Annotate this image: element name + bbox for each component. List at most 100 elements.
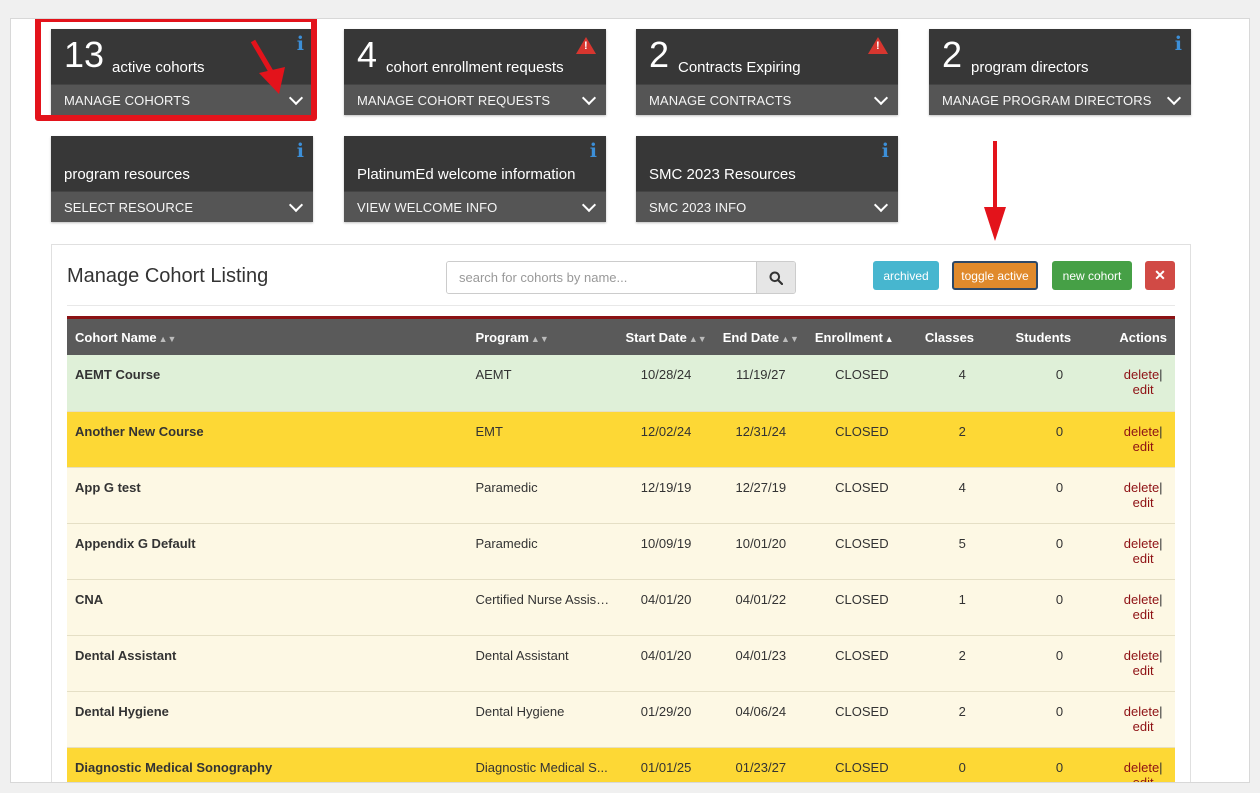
- cell-classes: 5: [916, 523, 1008, 580]
- column-header-program[interactable]: Program ▲▼: [467, 318, 617, 356]
- cell-classes: 0: [916, 747, 1008, 782]
- card-label: cohort enrollment requests: [386, 59, 564, 76]
- cell-start-date: 12/19/19: [617, 467, 715, 524]
- smc-2023-info-dropdown[interactable]: SMC 2023 INFO: [636, 191, 898, 222]
- delete-link[interactable]: delete: [1124, 760, 1159, 775]
- cell-classes: 4: [916, 355, 1008, 412]
- card-count: 2: [649, 34, 670, 75]
- card-action-label: MANAGE CONTRACTS: [649, 92, 792, 108]
- cell-program: Dental Hygiene: [467, 691, 618, 748]
- column-header-cohort-name[interactable]: Cohort Name ▲▼: [67, 318, 467, 356]
- cell-students: 0: [1007, 691, 1112, 748]
- sort-icon: ▲▼: [530, 333, 549, 344]
- card-smc-2023-resources: SMC 2023 Resources i SMC 2023 INFO: [636, 136, 898, 222]
- search-button[interactable]: [756, 262, 795, 293]
- edit-link[interactable]: edit: [1133, 775, 1154, 783]
- cohort-listing-panel: Manage Cohort Listing archived toggle ac…: [51, 244, 1191, 783]
- card-count: 2: [942, 34, 963, 75]
- edit-link[interactable]: edit: [1133, 495, 1154, 510]
- info-icon[interactable]: i: [297, 142, 304, 161]
- cell-enrollment: CLOSED: [806, 355, 917, 412]
- chevron-down-icon: [873, 197, 889, 212]
- annotation-arrow-down-icon: [984, 141, 1006, 241]
- column-header-end-date[interactable]: End Date ▲▼: [715, 318, 807, 356]
- header-label: Actions: [1119, 329, 1167, 345]
- sort-icon: ▲▼: [158, 333, 177, 344]
- cell-actions: delete| edit: [1111, 467, 1175, 524]
- cell-students: 0: [1007, 411, 1112, 468]
- card-count: 4: [357, 34, 378, 75]
- cell-program: Paramedic: [467, 467, 618, 524]
- column-header-start-date[interactable]: Start Date ▲▼: [617, 318, 714, 356]
- cell-end-date: 12/27/19: [714, 467, 807, 524]
- view-welcome-info-dropdown[interactable]: VIEW WELCOME INFO: [344, 191, 606, 222]
- cell-classes: 4: [916, 467, 1008, 524]
- edit-link[interactable]: edit: [1133, 719, 1154, 734]
- cell-actions: delete| edit: [1111, 523, 1175, 580]
- search-input[interactable]: [447, 262, 756, 293]
- delete-link[interactable]: delete: [1124, 592, 1159, 607]
- new-cohort-button[interactable]: new cohort: [1052, 261, 1132, 290]
- edit-link[interactable]: edit: [1133, 439, 1154, 454]
- edit-link[interactable]: edit: [1133, 663, 1154, 678]
- card-program-resources: program resources i SELECT RESOURCE: [51, 136, 313, 222]
- card-contracts-expiring: 2 Contracts Expiring ! MANAGE CONTRACTS: [636, 29, 898, 115]
- cell-classes: 1: [916, 579, 1008, 636]
- archived-button[interactable]: archived: [873, 261, 939, 290]
- program-text: Dental Assistant: [475, 647, 569, 663]
- warning-icon[interactable]: !: [868, 37, 888, 54]
- cell-classes: 2: [916, 635, 1008, 692]
- close-button[interactable]: ✕: [1145, 261, 1175, 290]
- cell-students: 0: [1007, 355, 1112, 412]
- table-row: Dental Assistant Dental Assistant 04/01/…: [67, 635, 1175, 692]
- cell-program: Paramedic: [467, 523, 618, 580]
- edit-link[interactable]: edit: [1133, 607, 1154, 622]
- delete-link[interactable]: delete: [1124, 367, 1159, 382]
- program-text: Dental Hygiene: [475, 703, 565, 719]
- info-icon[interactable]: i: [882, 142, 889, 161]
- cell-students: 0: [1007, 467, 1112, 524]
- cell-end-date: 10/01/20: [714, 523, 807, 580]
- cell-start-date: 01/01/25: [617, 747, 715, 782]
- cell-enrollment: CLOSED: [806, 579, 917, 636]
- header-label: Students: [1015, 329, 1072, 345]
- cohort-table: Cohort Name ▲▼ Program ▲▼ Start Date ▲▼ End…: [67, 316, 1175, 783]
- toggle-active-button[interactable]: toggle active: [952, 261, 1038, 290]
- table-row: AEMT Course AEMT 10/28/24 11/19/27 CLOSE…: [67, 355, 1175, 412]
- search-icon: [769, 271, 783, 285]
- delete-link[interactable]: delete: [1124, 704, 1159, 719]
- cell-start-date: 04/01/20: [617, 579, 715, 636]
- chevron-down-icon: [288, 197, 304, 212]
- delete-link[interactable]: delete: [1124, 424, 1159, 439]
- cell-start-date: 10/09/19: [617, 523, 715, 580]
- table-row: Dental Hygiene Dental Hygiene 01/29/20 0…: [67, 691, 1175, 748]
- cell-program: EMT: [467, 411, 618, 468]
- select-resource-dropdown[interactable]: SELECT RESOURCE: [51, 191, 313, 222]
- warning-icon[interactable]: !: [576, 37, 596, 54]
- info-icon[interactable]: i: [1175, 35, 1182, 54]
- search-box: [446, 261, 796, 294]
- program-text: Paramedic: [475, 479, 538, 495]
- manage-program-directors-dropdown[interactable]: MANAGE PROGRAM DIRECTORS: [929, 84, 1191, 115]
- manage-cohort-requests-dropdown[interactable]: MANAGE COHORT REQUESTS: [344, 84, 606, 115]
- delete-link[interactable]: delete: [1124, 480, 1159, 495]
- edit-link[interactable]: edit: [1133, 382, 1154, 397]
- table-row: Another New Course EMT 12/02/24 12/31/24…: [67, 411, 1175, 468]
- card-label: Contracts Expiring: [678, 59, 801, 76]
- action-separator: |: [1159, 591, 1163, 607]
- chevron-down-icon: [873, 90, 889, 105]
- table-row: Diagnostic Medical Sonography Diagnostic…: [67, 747, 1175, 783]
- card-action-label: MANAGE PROGRAM DIRECTORS: [942, 92, 1152, 108]
- header-label: Cohort Name: [75, 329, 157, 345]
- column-header-enrollment[interactable]: Enrollment ▲: [807, 318, 917, 356]
- cell-program: Dental Assistant: [467, 635, 618, 692]
- manage-contracts-dropdown[interactable]: MANAGE CONTRACTS: [636, 84, 898, 115]
- edit-link[interactable]: edit: [1133, 551, 1154, 566]
- delete-link[interactable]: delete: [1124, 648, 1159, 663]
- card-label: PlatinumEd welcome information: [357, 166, 576, 183]
- card-cohort-enrollment-requests: 4 cohort enrollment requests ! MANAGE CO…: [344, 29, 606, 115]
- delete-link[interactable]: delete: [1124, 536, 1159, 551]
- info-icon[interactable]: i: [590, 142, 597, 161]
- cell-start-date: 12/02/24: [617, 411, 715, 468]
- cell-cohort-name: Another New Course: [67, 411, 468, 468]
